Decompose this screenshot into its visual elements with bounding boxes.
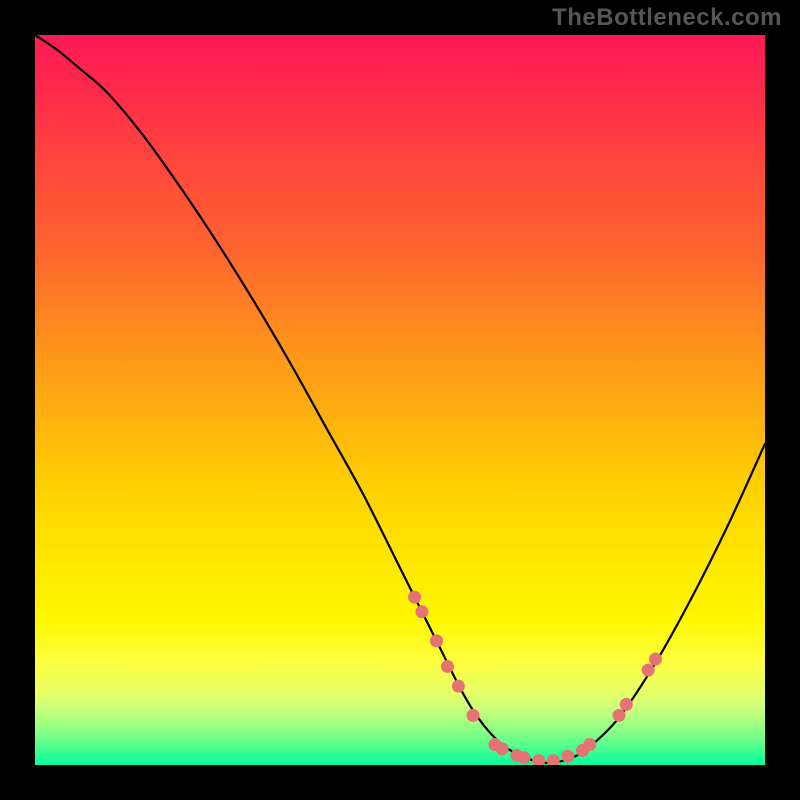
data-marker xyxy=(650,653,662,665)
data-marker xyxy=(547,755,559,765)
data-marker xyxy=(562,750,574,762)
curve-layer xyxy=(35,35,765,765)
data-marker xyxy=(431,635,443,647)
chart-frame: TheBottleneck.com xyxy=(0,0,800,800)
data-marker xyxy=(642,664,654,676)
data-marker xyxy=(620,698,632,710)
data-marker xyxy=(613,709,625,721)
data-marker xyxy=(409,591,421,603)
data-marker xyxy=(584,739,596,751)
watermark-text: TheBottleneck.com xyxy=(552,4,782,32)
data-marker xyxy=(452,680,464,692)
data-marker xyxy=(467,709,479,721)
data-marker xyxy=(416,606,428,618)
data-marker xyxy=(441,660,453,672)
plot-area xyxy=(35,35,765,765)
data-markers xyxy=(409,591,662,765)
data-marker xyxy=(533,755,545,765)
data-marker xyxy=(518,752,530,764)
data-marker xyxy=(496,743,508,755)
